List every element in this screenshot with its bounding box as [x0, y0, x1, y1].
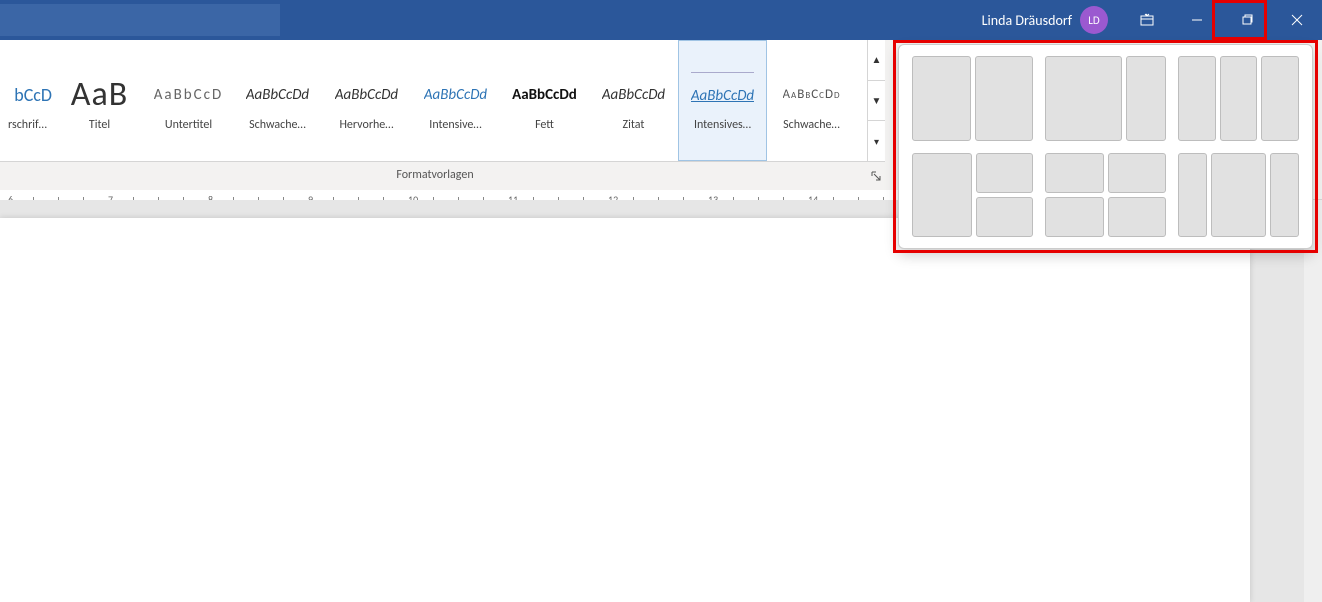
- style-label: Untertitel: [147, 118, 230, 132]
- snap-layout-3col-even[interactable]: [1177, 55, 1300, 142]
- style-label: Titel: [58, 118, 141, 132]
- styles-scroll-down[interactable]: ▼: [868, 81, 885, 122]
- style-item-rschrif[interactable]: bCcDrschrif…: [0, 40, 55, 161]
- avatar[interactable]: LD: [1080, 6, 1108, 34]
- style-label: Schwache…: [236, 118, 319, 132]
- style-item-fett[interactable]: AaBbCcDdFett: [500, 40, 589, 161]
- snap-layout-2col-even[interactable]: [911, 55, 1034, 142]
- style-sample: AaBbCcDd: [424, 72, 487, 118]
- document-page[interactable]: [0, 218, 1250, 602]
- style-item-intensive[interactable]: AaBbCcDdIntensive…: [411, 40, 500, 161]
- style-sample: AaBbCcD: [154, 72, 223, 118]
- style-item-schwache[interactable]: AaBbCcDdSchwache…: [233, 40, 322, 161]
- avatar-initials: LD: [1088, 14, 1099, 27]
- style-sample: bCcD: [14, 72, 52, 118]
- snap-layout-quad[interactable]: [1044, 152, 1167, 239]
- style-item-titel[interactable]: AaBTitel: [55, 40, 144, 161]
- username-label[interactable]: Linda Dräusdorf: [982, 12, 1072, 29]
- ribbon-display-options-button[interactable]: [1122, 0, 1172, 40]
- styles-dialog-launcher[interactable]: [868, 168, 884, 184]
- styles-group-label: Formatvorlagen: [0, 168, 870, 182]
- styles-scroll: ▲ ▼ ▾: [867, 40, 885, 161]
- restore-button[interactable]: [1222, 0, 1272, 40]
- style-item-schwache[interactable]: AaBbCcDdSchwache…: [767, 40, 856, 161]
- style-label: Intensives…: [681, 118, 764, 132]
- snap-layout-left-plus-stack[interactable]: [911, 152, 1034, 239]
- styles-expand[interactable]: ▾: [868, 121, 885, 161]
- style-sample: AaBbCcDd: [691, 72, 754, 118]
- document-area: [0, 200, 1322, 602]
- style-label: Zitat: [592, 118, 675, 132]
- style-label: Intensive…: [414, 118, 497, 132]
- minimize-button[interactable]: [1172, 0, 1222, 40]
- titlebar: Linda Dräusdorf LD: [0, 0, 1322, 40]
- snap-layouts-flyout: [898, 44, 1313, 249]
- style-label: Fett: [503, 118, 586, 132]
- styles-scroll-up[interactable]: ▲: [868, 40, 885, 81]
- snap-layout-3col-wide-center[interactable]: [1177, 152, 1300, 239]
- style-item-zitat[interactable]: AaBbCcDdZitat: [589, 40, 678, 161]
- style-label: Schwache…: [770, 118, 853, 132]
- style-item-untertitel[interactable]: AaBbCcDUntertitel: [144, 40, 233, 161]
- style-sample: AaBbCcDd: [512, 72, 577, 118]
- style-item-intensives[interactable]: AaBbCcDdIntensives…: [678, 40, 767, 161]
- styles-gallery: bCcDrschrif…AaBTitelAaBbCcDUntertitelAaB…: [0, 40, 885, 162]
- style-sample: AaBbCcDd: [335, 72, 398, 118]
- quick-access-area: [0, 4, 280, 36]
- vertical-scrollbar[interactable]: [1304, 200, 1322, 602]
- style-item-hervorhe[interactable]: AaBbCcDdHervorhe…: [322, 40, 411, 161]
- style-label: Hervorhe…: [325, 118, 408, 132]
- snap-layout-2col-wide-left[interactable]: [1044, 55, 1167, 142]
- style-label: rschrif…: [3, 118, 52, 132]
- close-button[interactable]: [1272, 0, 1322, 40]
- style-sample: AaB: [71, 72, 128, 118]
- style-sample: AaBbCcDd: [246, 72, 309, 118]
- style-sample: AaBbCcDd: [783, 72, 841, 118]
- style-sample: AaBbCcDd: [602, 72, 665, 118]
